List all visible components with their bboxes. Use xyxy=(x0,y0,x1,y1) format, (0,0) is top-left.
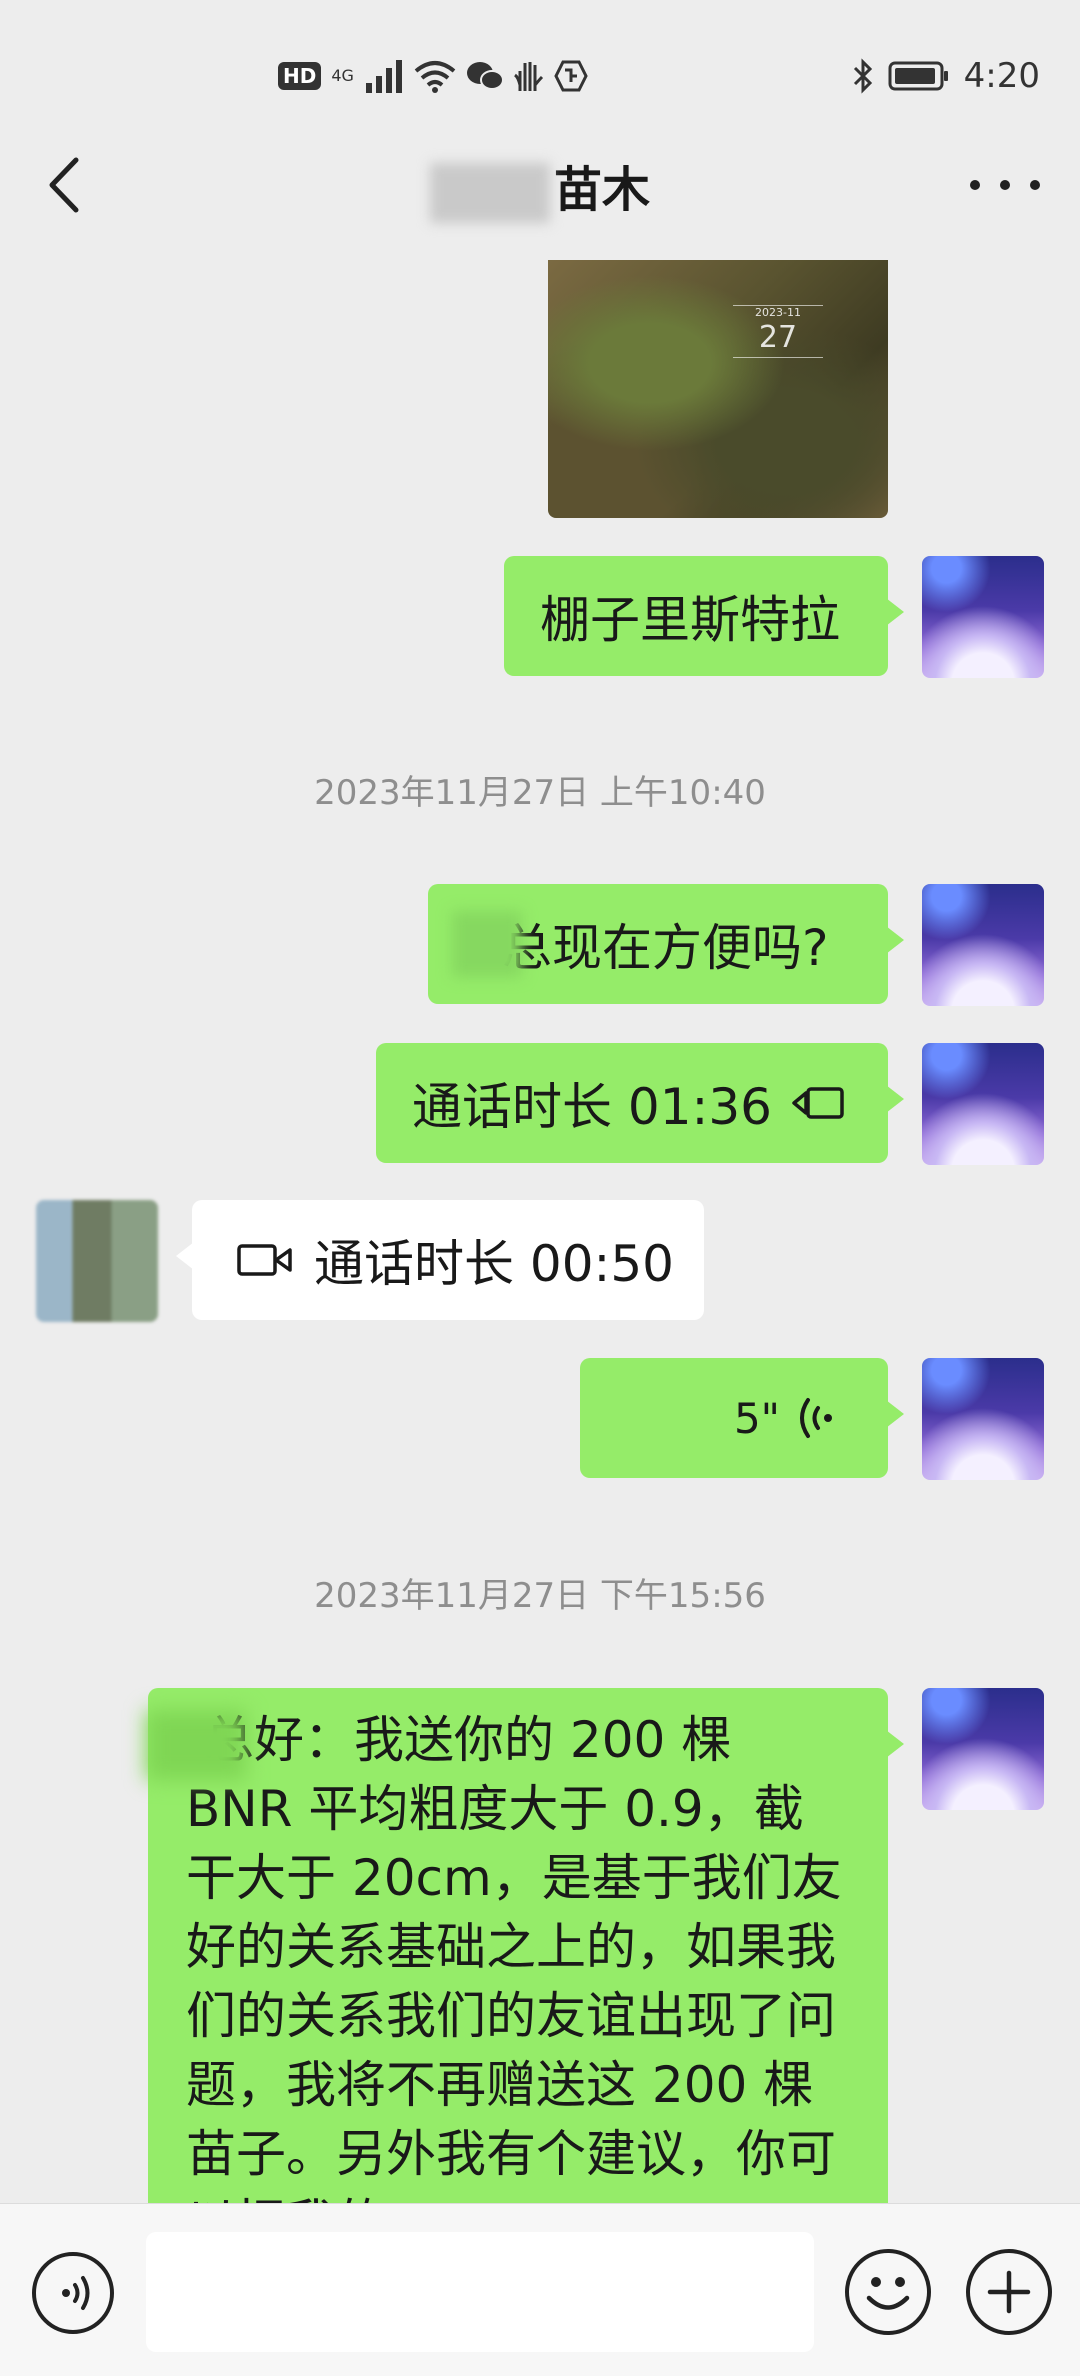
plus-icon xyxy=(987,2270,1031,2314)
message-bubble-mine[interactable]: 总现在方便吗? xyxy=(428,884,904,1004)
my-avatar[interactable] xyxy=(922,1688,1044,1810)
my-avatar[interactable] xyxy=(922,1043,1044,1165)
voice-input-icon xyxy=(62,2276,90,2310)
my-avatar[interactable] xyxy=(922,556,1044,678)
photo-watermark: 2023-11 27 xyxy=(733,305,823,358)
photo-message[interactable]: 2023-11 27 xyxy=(548,260,888,518)
clock: 4:20 xyxy=(963,56,1040,96)
wifi-icon xyxy=(414,61,456,93)
emoji-icon xyxy=(866,2277,910,2310)
shield-icon xyxy=(554,60,588,92)
bluetooth-icon xyxy=(853,58,872,94)
blurred-name xyxy=(146,1710,246,1780)
wechat-icon xyxy=(466,62,504,90)
chat-header: 苗木 xyxy=(0,110,1080,260)
network-type: 4G xyxy=(331,66,354,85)
message-bubble-mine[interactable]: 总好：我送你的 200 棵 BNR 平均粗度大于 0.9，截干大于 20cm，是… xyxy=(146,1688,904,2203)
message-text: 总现在方便吗? xyxy=(502,919,829,977)
my-avatar[interactable] xyxy=(922,1358,1044,1480)
more-button[interactable] xyxy=(970,160,1040,210)
emoji-button[interactable] xyxy=(845,2249,931,2335)
message-input[interactable] xyxy=(146,2232,814,2352)
timestamp: 2023年11月27日 下午15:56 xyxy=(314,1576,766,1616)
voice-message-bubble[interactable]: 5" xyxy=(580,1358,904,1478)
blurred-name xyxy=(452,911,522,977)
message-text: 通话时长 01:36 xyxy=(412,1078,772,1136)
hd-badge: HD xyxy=(278,62,322,90)
status-icons-right: 4:20 xyxy=(852,56,1040,96)
call-duration-bubble[interactable]: 通话时长 01:36 xyxy=(376,1043,904,1163)
video-call-icon xyxy=(792,1087,844,1119)
chat-messages[interactable]: 2023-11 27 棚子里斯特拉 2023年11月27日 上午10:40 总现… xyxy=(0,260,1080,2203)
video-call-icon xyxy=(237,1244,292,1276)
message-text: 棚子里斯特拉 xyxy=(540,591,840,649)
voice-duration: 5" xyxy=(733,1393,780,1443)
voice-wave-icon xyxy=(800,1398,832,1438)
contact-avatar[interactable] xyxy=(36,1200,158,1322)
chat-title: 苗木 xyxy=(0,150,1080,223)
call-duration-bubble[interactable]: 通话时长 00:50 xyxy=(176,1200,704,1320)
blurred-name xyxy=(429,163,550,223)
message-bubble-mine[interactable]: 棚子里斯特拉 xyxy=(504,556,904,676)
hand-icon xyxy=(513,62,543,91)
more-dots-icon xyxy=(970,180,980,190)
voice-input-button[interactable] xyxy=(32,2252,114,2334)
message-text: 总好：我送你的 200 棵 BNR 平均粗度大于 0.9，截干大于 20cm，是… xyxy=(186,1711,842,2203)
chat-title-text: 苗木 xyxy=(553,162,650,218)
my-avatar[interactable] xyxy=(922,884,1044,1006)
message-text: 通话时长 00:50 xyxy=(314,1235,674,1293)
signal-icon xyxy=(365,60,402,93)
timestamp: 2023年11月27日 上午10:40 xyxy=(314,773,766,813)
input-bar xyxy=(0,2203,1080,2376)
plus-button[interactable] xyxy=(966,2249,1052,2335)
battery-icon xyxy=(888,61,948,91)
status-icons-left: HD 4G xyxy=(278,56,588,96)
